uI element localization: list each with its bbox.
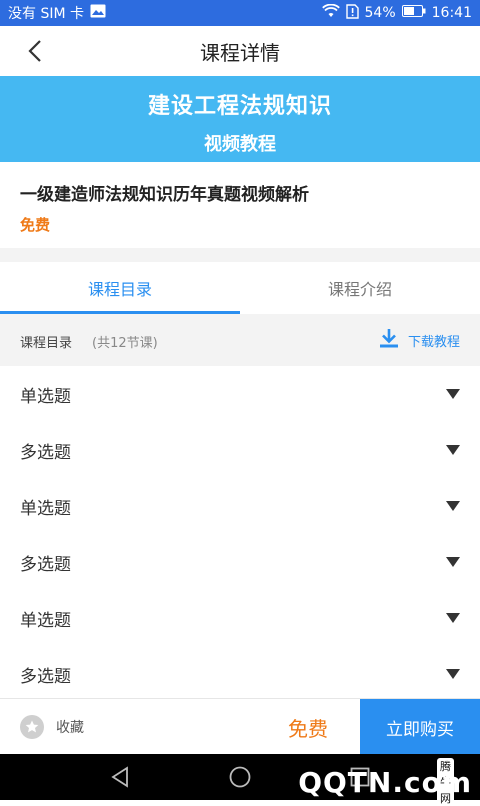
triangle-down-icon bbox=[446, 613, 460, 623]
sim-alert-icon bbox=[345, 3, 359, 23]
list-item-label: 多选题 bbox=[20, 442, 71, 463]
banner-title: 建设工程法规知识 bbox=[147, 94, 332, 119]
header: 课程详情 bbox=[0, 26, 480, 76]
lesson-list: 单选题 多选题 单选题 多选题 单选题 多选题 bbox=[0, 366, 480, 702]
back-nav-icon[interactable] bbox=[108, 765, 132, 793]
list-item-label: 单选题 bbox=[20, 610, 71, 631]
favorite-label: 收藏 bbox=[56, 720, 84, 736]
navigation-bar: 腾牛网 QQTN.com bbox=[0, 754, 480, 806]
list-item[interactable]: 多选题 bbox=[0, 422, 480, 478]
catalog-header: 课程目录 (共12节课) 下载教程 bbox=[0, 314, 480, 366]
carrier-text: 没有 SIM 卡 bbox=[8, 6, 84, 22]
download-icon bbox=[378, 327, 400, 353]
list-item[interactable]: 多选题 bbox=[0, 534, 480, 590]
triangle-down-icon bbox=[446, 557, 460, 567]
triangle-down-icon bbox=[446, 669, 460, 679]
course-info: 一级建造师法规知识历年真题视频解析 免费 bbox=[0, 162, 480, 248]
list-item-label: 多选题 bbox=[20, 554, 71, 575]
catalog-title: 课程目录 bbox=[20, 336, 73, 351]
favorite-button[interactable]: 收藏 bbox=[20, 715, 84, 739]
page-title: 课程详情 bbox=[200, 40, 280, 65]
course-price: 免费 bbox=[20, 216, 51, 234]
catalog-count: (共12节课) bbox=[92, 336, 158, 351]
buy-now-button[interactable]: 立即购买 bbox=[360, 699, 480, 755]
bottom-price: 免费 bbox=[288, 717, 328, 741]
watermark-logo-text: QQTN.com bbox=[298, 766, 472, 799]
home-nav-icon[interactable] bbox=[228, 765, 252, 793]
course-banner: 建设工程法规知识 视频教程 bbox=[0, 76, 480, 162]
section-divider bbox=[0, 248, 480, 262]
list-item-label: 单选题 bbox=[20, 386, 71, 407]
wifi-icon bbox=[321, 3, 340, 22]
list-item[interactable]: 单选题 bbox=[0, 478, 480, 534]
status-right: 54% 16:41 bbox=[321, 3, 472, 23]
download-label: 下载教程 bbox=[407, 334, 460, 350]
status-left: 没有 SIM 卡 bbox=[8, 3, 106, 23]
banner-subtitle: 视频教程 bbox=[204, 134, 276, 155]
triangle-down-icon bbox=[446, 445, 460, 455]
list-item-label: 单选题 bbox=[20, 498, 71, 519]
tab-catalog[interactable]: 课程目录 bbox=[0, 262, 240, 314]
status-bar: 没有 SIM 卡 54% 16:41 bbox=[0, 0, 480, 26]
list-item[interactable]: 单选题 bbox=[0, 366, 480, 422]
battery-text: 54% bbox=[364, 5, 396, 21]
tab-introduction[interactable]: 课程介绍 bbox=[240, 262, 480, 314]
time-text: 16:41 bbox=[431, 5, 472, 21]
battery-icon bbox=[401, 5, 426, 21]
tab-bar: 课程目录 课程介绍 bbox=[0, 262, 480, 314]
triangle-down-icon bbox=[446, 389, 460, 399]
star-icon bbox=[20, 715, 44, 739]
course-name: 一级建造师法规知识历年真题视频解析 bbox=[20, 185, 309, 205]
back-icon[interactable] bbox=[22, 37, 50, 65]
image-notification-icon bbox=[90, 4, 106, 22]
list-item[interactable]: 多选题 bbox=[0, 646, 480, 702]
triangle-down-icon bbox=[446, 501, 460, 511]
download-button[interactable]: 下载教程 bbox=[378, 327, 460, 353]
list-item[interactable]: 单选题 bbox=[0, 590, 480, 646]
bottom-action-bar: 收藏 免费 立即购买 bbox=[0, 698, 480, 755]
list-item-label: 多选题 bbox=[20, 666, 71, 687]
